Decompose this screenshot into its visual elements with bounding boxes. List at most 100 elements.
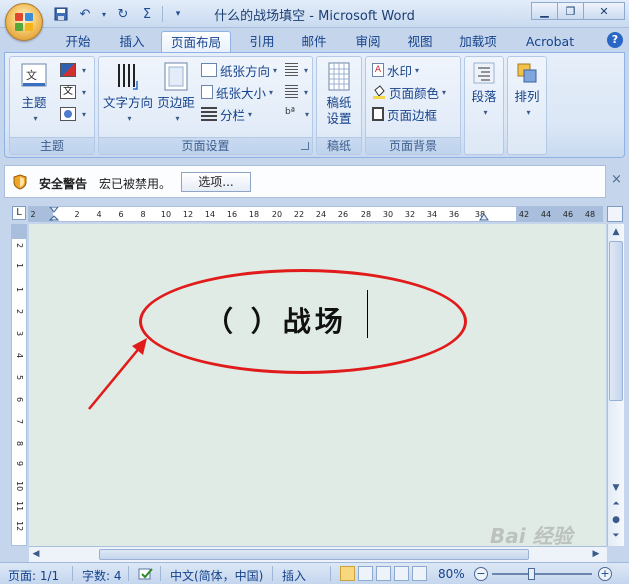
hyphenation-icon: bª bbox=[285, 107, 295, 117]
outline-view-icon[interactable] bbox=[394, 566, 409, 581]
zoom-slider[interactable] bbox=[492, 573, 592, 575]
ruler-tick: 46 bbox=[562, 210, 574, 219]
ruler-tick: 42 bbox=[518, 210, 530, 219]
page-borders-button[interactable]: 页面边框 bbox=[372, 105, 437, 123]
paper-size-icon bbox=[201, 85, 213, 99]
tab-references[interactable]: 引用 bbox=[242, 31, 282, 53]
separator bbox=[160, 566, 161, 581]
tab-mailings[interactable]: 邮件 bbox=[294, 31, 334, 53]
breaks-button[interactable]: ▾ bbox=[285, 61, 308, 79]
minimize-button[interactable]: ▁ bbox=[531, 2, 557, 20]
text-direction-button[interactable]: 文字方向 ▾ bbox=[103, 61, 153, 127]
language[interactable]: 中文(简体，中国) bbox=[170, 567, 263, 584]
group-arrange: 排列 ▾ bbox=[507, 56, 547, 155]
margins-button[interactable]: 页边距 ▾ bbox=[157, 61, 195, 127]
arrange-button[interactable]: 排列 ▾ bbox=[510, 61, 544, 121]
ruler-tick: 9 bbox=[15, 461, 24, 467]
ruler-top-margin bbox=[12, 225, 26, 239]
page-color-button[interactable]: 页面颜色 ▾ bbox=[372, 83, 446, 101]
draft-view-icon[interactable] bbox=[412, 566, 427, 581]
office-button[interactable] bbox=[5, 3, 43, 41]
close-icon[interactable]: × bbox=[611, 172, 622, 187]
close-button[interactable]: ✕ bbox=[583, 2, 625, 20]
ruler-tick: 14 bbox=[204, 210, 216, 219]
restore-button[interactable]: ❐ bbox=[557, 2, 583, 20]
scroll-left-icon[interactable]: ◀ bbox=[29, 547, 43, 561]
next-page-icon[interactable]: ⏷ bbox=[608, 528, 624, 544]
watermark-label: 水印 bbox=[387, 63, 413, 79]
paragraph-label: 段落 bbox=[471, 89, 497, 104]
ruler-tick: 32 bbox=[404, 210, 416, 219]
left-indent-marker[interactable] bbox=[49, 207, 59, 221]
scroll-up-icon[interactable]: ▲ bbox=[608, 224, 624, 240]
full-screen-reading-icon[interactable] bbox=[358, 566, 373, 581]
watermark-button[interactable]: A 水印 ▾ bbox=[372, 61, 419, 79]
tab-add-ins[interactable]: 加载项 bbox=[452, 31, 504, 53]
right-indent-marker[interactable] bbox=[479, 207, 489, 221]
tab-review[interactable]: 审阅 bbox=[348, 31, 388, 53]
help-icon[interactable]: ? bbox=[607, 32, 623, 48]
baidu-watermark: Bai 经验 bbox=[490, 524, 573, 548]
tab-home[interactable]: 开始 bbox=[58, 31, 98, 53]
ruler-tick: 44 bbox=[540, 210, 552, 219]
page-count[interactable]: 页面: 1/1 bbox=[8, 567, 59, 584]
ruler-tick: 22 bbox=[293, 210, 305, 219]
zoom-level[interactable]: 80% bbox=[438, 567, 465, 581]
proofing-icon[interactable] bbox=[138, 567, 154, 584]
size-label: 纸张大小 bbox=[216, 85, 267, 101]
shield-icon bbox=[13, 174, 27, 190]
document-canvas[interactable]: （ ）战场 bbox=[29, 224, 606, 546]
tab-view[interactable]: 视图 bbox=[400, 31, 440, 53]
zoom-in-icon[interactable]: + bbox=[598, 567, 612, 581]
tab-selector[interactable]: L bbox=[12, 206, 26, 220]
ruler-tick: 7 bbox=[15, 419, 24, 425]
ruler-tick: 10 bbox=[160, 210, 172, 219]
size-button[interactable]: 纸张大小 ▾ bbox=[201, 83, 273, 101]
tab-acrobat[interactable]: Acrobat bbox=[518, 31, 582, 53]
scroll-thumb[interactable] bbox=[99, 549, 529, 560]
ruler-tick: 48 bbox=[584, 210, 596, 219]
vertical-ruler[interactable]: 2 1 1 2 3 4 5 6 7 8 9 10 11 12 bbox=[11, 224, 27, 546]
ribbon-tabs: 开始 插入 页面布局 引用 邮件 审阅 视图 加载项 Acrobat ? bbox=[0, 28, 629, 53]
themes-button[interactable]: 文 主题 ▾ bbox=[14, 61, 54, 127]
separator bbox=[128, 566, 129, 581]
previous-page-icon[interactable]: ⏶ bbox=[608, 496, 624, 512]
horizontal-ruler[interactable]: 2 2 4 6 8 10 12 14 16 18 20 22 24 26 28 … bbox=[28, 206, 603, 222]
ruler-tick: 6 bbox=[15, 397, 24, 403]
view-ruler-icon[interactable] bbox=[607, 206, 623, 222]
options-button[interactable]: 选项... bbox=[181, 172, 251, 192]
group-manuscript: 稿纸 设置 稿纸 bbox=[316, 56, 362, 155]
line-numbers-icon bbox=[285, 85, 298, 99]
theme-effects-button[interactable]: ▾ bbox=[60, 105, 86, 123]
theme-fonts-button[interactable]: 文 ▾ bbox=[60, 83, 86, 101]
line-numbers-button[interactable]: ▾ bbox=[285, 83, 308, 101]
zoom-out-icon[interactable]: − bbox=[474, 567, 488, 581]
tab-page-layout[interactable]: 页面布局 bbox=[161, 31, 231, 53]
select-browse-object-icon[interactable]: ● bbox=[608, 512, 624, 528]
print-layout-icon[interactable] bbox=[340, 566, 355, 581]
orientation-button[interactable]: 纸张方向 ▾ bbox=[201, 61, 277, 79]
chevron-down-icon: ▾ bbox=[127, 114, 132, 123]
font-icon: 文 bbox=[60, 85, 76, 99]
tab-insert[interactable]: 插入 bbox=[112, 31, 152, 53]
theme-colors-button[interactable]: ▾ bbox=[60, 61, 86, 79]
zoom-slider-handle[interactable] bbox=[528, 568, 535, 580]
scroll-thumb[interactable] bbox=[609, 241, 623, 401]
manuscript-settings-button[interactable]: 稿纸 设置 bbox=[320, 61, 358, 127]
scroll-right-icon[interactable]: ▶ bbox=[589, 547, 603, 561]
scroll-down-icon[interactable]: ▼ bbox=[608, 480, 624, 496]
insert-mode[interactable]: 插入 bbox=[282, 567, 306, 584]
ruler-tick: 5 bbox=[15, 375, 24, 381]
paragraph-button[interactable]: 段落 ▾ bbox=[467, 61, 501, 121]
ruler-tick: 20 bbox=[271, 210, 283, 219]
orientation-icon bbox=[201, 63, 217, 77]
dialog-launcher-icon[interactable] bbox=[301, 142, 309, 150]
columns-icon bbox=[201, 107, 217, 121]
hyphenation-button[interactable]: bª ▾ bbox=[285, 105, 309, 123]
vertical-scrollbar[interactable]: ▲ ▼ ⏶ ● ⏷ bbox=[607, 224, 624, 546]
word-count[interactable]: 字数: 4 bbox=[82, 567, 122, 584]
themes-icon: 文 bbox=[19, 61, 49, 93]
web-layout-icon[interactable] bbox=[376, 566, 391, 581]
columns-button[interactable]: 分栏 ▾ bbox=[201, 105, 252, 123]
group-label-page-background: 页面背景 bbox=[366, 137, 460, 154]
